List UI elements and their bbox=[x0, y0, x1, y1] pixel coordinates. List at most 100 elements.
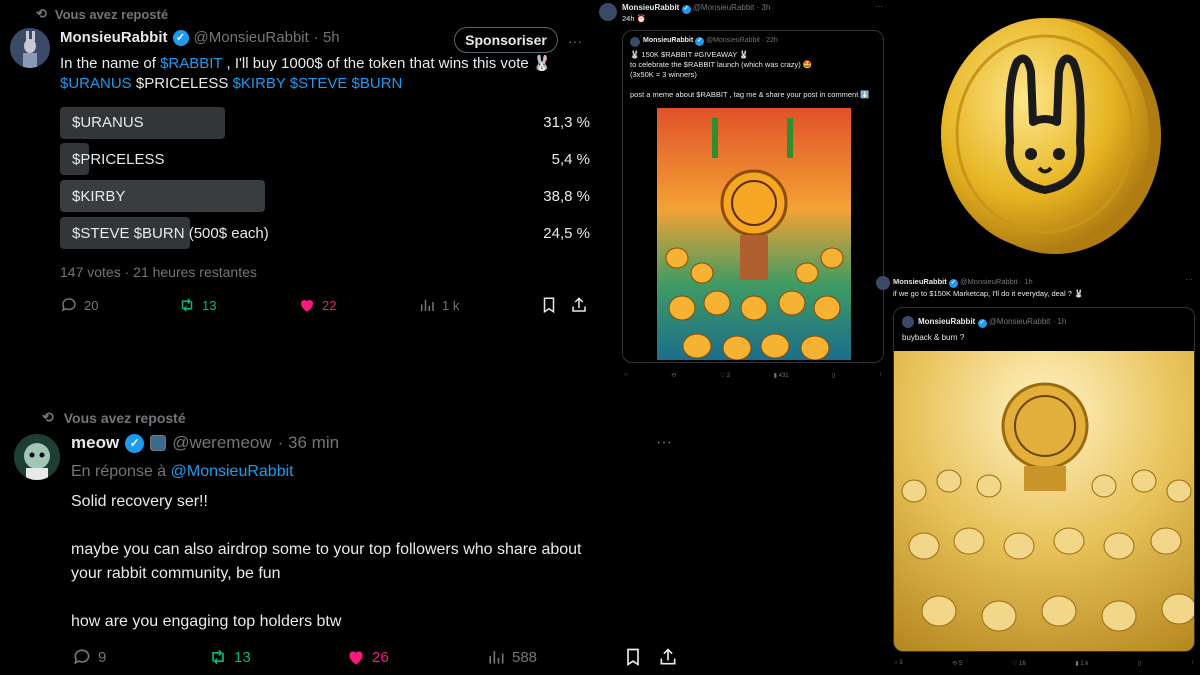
author-handle[interactable]: @MonsieuRabbit bbox=[194, 29, 309, 46]
tweet-text: if we go to $150K Marketcap, I'll do it … bbox=[893, 289, 1084, 298]
reply-icon bbox=[74, 649, 90, 665]
author-handle: @MonsieuRabbit bbox=[706, 37, 760, 44]
meme-image[interactable] bbox=[894, 351, 1194, 651]
author-handle[interactable]: @weremeow bbox=[172, 433, 271, 453]
more-options-icon[interactable]: ··· bbox=[656, 434, 672, 452]
cashtag-text: $PRICELESS bbox=[135, 75, 229, 92]
verified-badge-icon: ✓ bbox=[948, 279, 958, 288]
avatar[interactable] bbox=[599, 3, 617, 21]
cashtag-link[interactable]: $KIRBY $STEVE $BURN bbox=[233, 75, 403, 92]
poll-option-percent: 5,4 % bbox=[551, 151, 590, 168]
avatar bbox=[902, 316, 914, 328]
author-handle[interactable]: @MonsieuRabbit bbox=[693, 3, 754, 12]
poll-option-label: $STEVE $BURN (500$ each) bbox=[72, 225, 269, 242]
verified-badge-icon: ✓ bbox=[695, 37, 705, 46]
tweet-text: In the name of $RABBIT , I'll buy 1000$ … bbox=[60, 55, 552, 92]
like-button[interactable]: 26 bbox=[346, 647, 389, 667]
views-button[interactable]: ▮ 1 k bbox=[1075, 660, 1088, 667]
heart-icon bbox=[349, 651, 363, 665]
reply-icon[interactable]: ○ bbox=[624, 372, 628, 379]
author-name: MonsieuRabbit bbox=[918, 317, 976, 326]
like-button[interactable]: ♡ 2 bbox=[720, 372, 730, 379]
avatar[interactable] bbox=[14, 434, 60, 480]
reply-button[interactable]: ○ 3 bbox=[894, 660, 903, 667]
share-icon[interactable]: ↑ bbox=[879, 372, 882, 379]
share-icon bbox=[660, 648, 676, 665]
repost-button[interactable]: 13 bbox=[208, 647, 251, 667]
bookmark-button[interactable] bbox=[623, 647, 643, 667]
poll-option-label: $PRICELESS bbox=[72, 151, 165, 168]
reply-button[interactable]: 9 bbox=[72, 647, 106, 667]
verified-badge-icon: ✓ bbox=[125, 433, 145, 453]
quoted-text: buyback & burn ? bbox=[902, 333, 965, 342]
share-icon bbox=[572, 297, 586, 312]
bookmark-icon bbox=[543, 297, 555, 314]
bookmark-icon[interactable]: ▯ bbox=[832, 372, 835, 379]
author-handle: @MonsieuRabbit bbox=[988, 317, 1051, 326]
avatar[interactable] bbox=[10, 28, 50, 68]
repost-label: Vous avez reposté bbox=[63, 409, 186, 426]
like-button[interactable]: 22 bbox=[298, 296, 336, 314]
bookmark-icon[interactable]: ▯ bbox=[1138, 660, 1141, 667]
views-button[interactable]: ▮ 431 bbox=[774, 372, 789, 379]
author-name: MonsieuRabbit bbox=[643, 37, 694, 44]
timestamp[interactable]: · 3h bbox=[757, 3, 771, 12]
quoted-text: 🐰 150K $RABBIT #GIVEAWAY 🐰 to celebrate … bbox=[630, 50, 870, 99]
cashtag-link[interactable]: $URANUS bbox=[60, 75, 132, 92]
timestamp[interactable]: · 5h bbox=[314, 29, 340, 46]
repost-indicator: ⟲ Vous avez reposté bbox=[36, 6, 168, 22]
timestamp[interactable]: · 36 min bbox=[278, 433, 339, 453]
repost-icon: ⟲ bbox=[42, 409, 54, 425]
reply-icon bbox=[61, 298, 76, 312]
affiliate-badge-icon bbox=[150, 435, 167, 451]
more-options-icon[interactable]: ··· bbox=[1185, 275, 1193, 284]
timestamp[interactable]: · 1h bbox=[1020, 277, 1033, 286]
poll-option-percent: 31,3 % bbox=[543, 114, 590, 131]
poll-footer: 147 votes · 21 heures restantes bbox=[60, 264, 257, 280]
avatar bbox=[630, 37, 640, 47]
reply-button[interactable]: 20 bbox=[60, 296, 98, 314]
author-name[interactable]: MonsieuRabbit bbox=[893, 277, 947, 286]
embed-actions: ○ 3 ⟲ 5 ♡ 16 ▮ 1 k ▯ ↑ bbox=[894, 660, 1194, 667]
repost-icon bbox=[212, 649, 224, 665]
reply-context: En réponse à @MonsieuRabbit bbox=[71, 463, 294, 480]
timestamp: · 1h bbox=[1052, 317, 1067, 326]
poll-option-percent: 38,8 % bbox=[543, 188, 590, 205]
tweet-text: Solid recovery ser!! maybe you can also … bbox=[71, 493, 582, 630]
author-handle[interactable]: @MonsieuRabbit bbox=[960, 277, 1018, 286]
mention-link[interactable]: @MonsieuRabbit bbox=[171, 463, 294, 480]
verified-badge-icon: ✓ bbox=[172, 29, 189, 46]
author-name[interactable]: meow bbox=[71, 433, 119, 453]
heart-icon bbox=[300, 299, 314, 312]
more-options-icon[interactable]: ··· bbox=[875, 2, 883, 11]
author-name[interactable]: MonsieuRabbit bbox=[60, 29, 168, 46]
cashtag-link[interactable]: $RABBIT bbox=[160, 55, 222, 72]
more-options-icon[interactable]: ··· bbox=[568, 33, 582, 49]
author-name[interactable]: MonsieuRabbit bbox=[622, 3, 679, 12]
repost-button[interactable]: 13 bbox=[178, 296, 216, 314]
avatar[interactable] bbox=[876, 276, 890, 290]
sponsor-button[interactable]: Sponsoriser bbox=[454, 27, 558, 53]
share-button[interactable] bbox=[570, 296, 588, 314]
repost-button[interactable]: ⟲ 5 bbox=[952, 660, 962, 667]
bookmark-button[interactable] bbox=[540, 296, 558, 314]
like-button[interactable]: ♡ 16 bbox=[1012, 660, 1026, 667]
quoted-tweet[interactable]: MonsieuRabbit ✓ @MonsieuRabbit · 1h buyb… bbox=[893, 307, 1195, 652]
repost-indicator: ⟲ Vous avez reposté bbox=[42, 409, 186, 426]
poll-option-percent: 24,5 % bbox=[543, 225, 590, 242]
repost-icon[interactable]: ⟲ bbox=[671, 372, 676, 379]
share-icon[interactable]: ↑ bbox=[1191, 660, 1194, 667]
poll-option-label: $URANUS bbox=[72, 114, 144, 131]
timestamp: · 22h bbox=[761, 37, 778, 44]
quoted-tweet[interactable]: MonsieuRabbit ✓ @MonsieuRabbit · 22h 🐰 1… bbox=[622, 30, 884, 363]
views-button[interactable]: 1 k bbox=[418, 296, 459, 314]
rabbit-coin-image bbox=[935, 12, 1167, 260]
bookmark-icon bbox=[627, 648, 639, 667]
repost-icon bbox=[181, 298, 193, 312]
views-button[interactable]: 588 bbox=[486, 647, 537, 667]
embed-actions: ○ ⟲ ♡ 2 ▮ 431 ▯ ↑ bbox=[624, 372, 882, 379]
meme-image[interactable] bbox=[657, 108, 851, 360]
share-button[interactable] bbox=[658, 647, 678, 667]
views-icon bbox=[489, 651, 504, 664]
repost-icon: ⟲ bbox=[36, 6, 47, 21]
